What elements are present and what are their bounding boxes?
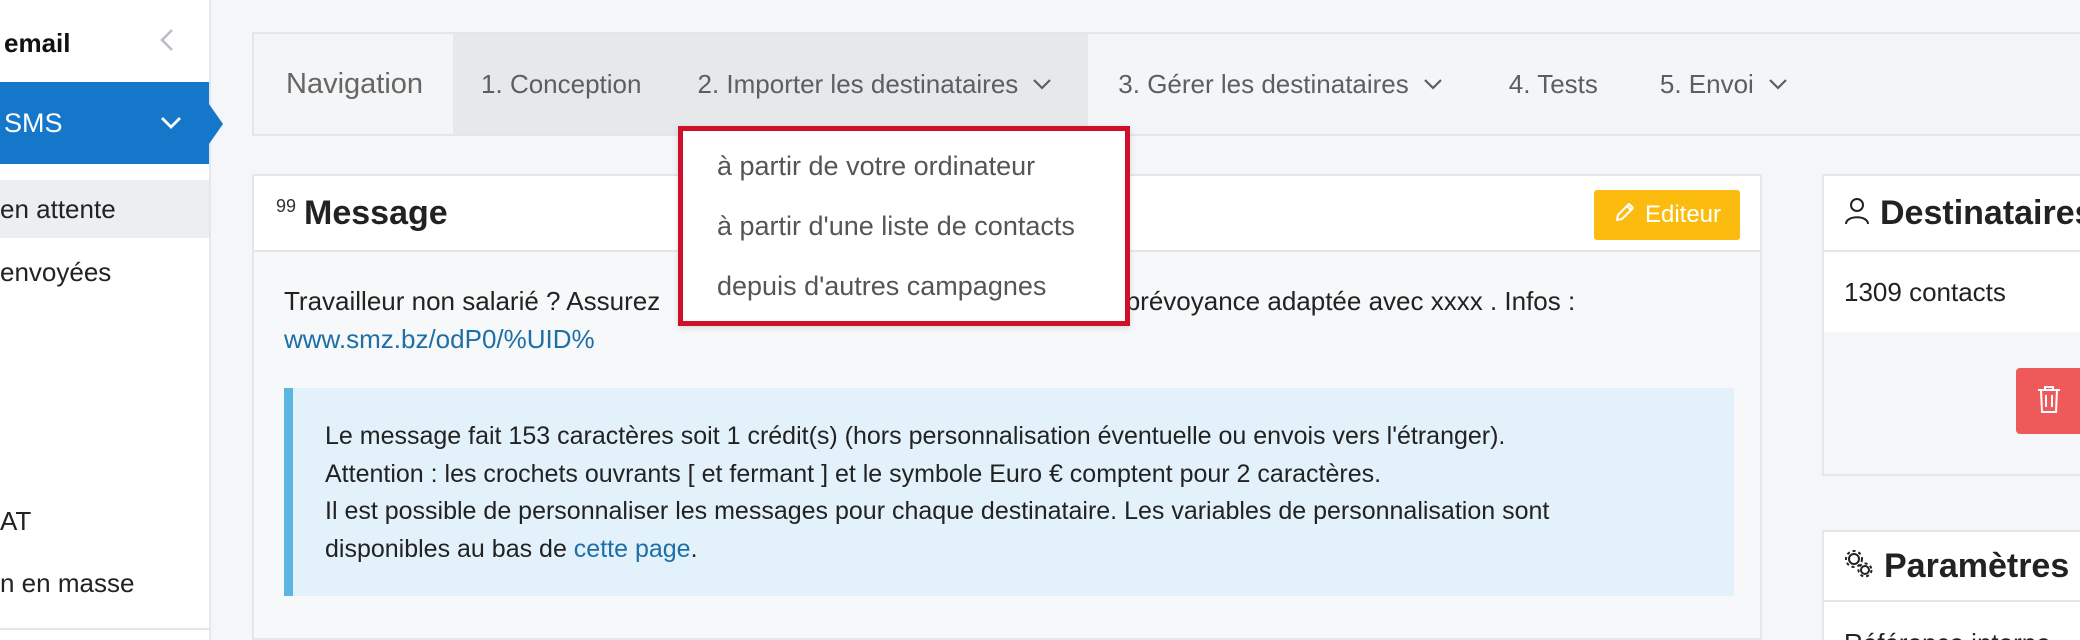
info-line-prefix: disponibles au bas de	[325, 534, 574, 563]
import-recipients-dropdown: à partir de votre ordinateur à partir d'…	[678, 126, 1130, 326]
sidebar-item-label: email	[4, 27, 71, 58]
settings-card-header: Paramètres	[1824, 532, 2080, 602]
message-info-box: Le message fait 153 caractères soit 1 cr…	[284, 388, 1734, 596]
editor-button-label: Editeur	[1644, 201, 1722, 228]
chevron-left-icon[interactable]	[159, 27, 175, 60]
campaign-navigation: Navigation 1. Conception 2. Importer les…	[252, 32, 2080, 136]
sidebar-item-sms[interactable]: SMS	[0, 82, 223, 164]
recipients-card: Destinataires 1309 contacts	[1822, 174, 2080, 476]
app-window: email SMS en attente envoyées AT n en ma…	[0, 0, 2080, 640]
nav-step-label: 1. Conception	[481, 68, 642, 99]
chevron-down-icon	[1423, 78, 1443, 90]
nav-step-conception[interactable]: 1. Conception	[453, 34, 670, 134]
pencil-icon	[1613, 200, 1637, 231]
nav-step-label: 3. Gérer les destinataires	[1118, 68, 1409, 99]
gears-icon	[1844, 549, 1874, 584]
editor-button[interactable]: Editeur	[1594, 190, 1740, 240]
message-url-link[interactable]: www.smz.bz/odP0/%UID%	[284, 324, 595, 354]
sidebar-subitem-label: en attente	[0, 193, 116, 224]
nav-step-manage[interactable]: 3. Gérer les destinataires	[1088, 34, 1470, 134]
internal-reference-label: Référence interne	[1844, 628, 2051, 640]
recipients-count: 1309 contacts	[1824, 252, 2080, 332]
sidebar-item-label: SMS	[4, 107, 63, 138]
info-line-suffix: .	[690, 534, 698, 563]
nav-title: Navigation	[286, 67, 424, 100]
chevron-down-icon	[1768, 78, 1788, 90]
info-line: Il est possible de personnaliser les mes…	[325, 497, 1550, 525]
nav-step-label: 4. Tests	[1508, 68, 1598, 99]
recipients-title: Destinataires	[1880, 193, 2080, 232]
sidebar-item-label: AT	[0, 505, 32, 536]
sidebar-item-at[interactable]: AT	[0, 492, 209, 550]
nav-step-label: 2. Importer les destinataires	[697, 68, 1019, 99]
recipients-card-header: Destinataires	[1824, 176, 2080, 252]
sidebar-divider	[0, 628, 209, 630]
nav-step-import[interactable]: 2. Importer les destinataires	[669, 34, 1089, 134]
sidebar: email SMS en attente envoyées AT n en ma…	[0, 0, 223, 640]
info-line: Le message fait 153 caractères soit 1 cr…	[325, 422, 1506, 450]
sidebar-subitem-sent[interactable]: envoyées	[0, 243, 209, 301]
delete-recipients-button[interactable]	[2016, 368, 2080, 434]
nav-step-label: 5. Envoi	[1659, 68, 1754, 99]
quote-icon: 99	[276, 195, 297, 216]
settings-card: Paramètres Référence interne	[1822, 530, 2080, 640]
info-line: Attention : les crochets ouvrants [ et f…	[325, 459, 1382, 488]
sidebar-item-label: n en masse	[0, 567, 135, 598]
nav-step-send[interactable]: 5. Envoi	[1626, 34, 1816, 134]
dropdown-item-from-other-campaigns[interactable]: depuis d'autres campagnes	[717, 271, 1046, 302]
dropdown-item-from-contact-list[interactable]: à partir d'une liste de contacts	[717, 211, 1075, 242]
nav-step-tests[interactable]: 4. Tests	[1471, 34, 1626, 134]
settings-title: Paramètres	[1884, 546, 2070, 585]
message-title: Message	[304, 193, 448, 232]
dropdown-item-from-computer[interactable]: à partir de votre ordinateur	[717, 151, 1035, 182]
this-page-link[interactable]: cette page	[574, 535, 691, 563]
info-line: disponibles au bas de cette page.	[325, 531, 1734, 569]
chevron-down-icon	[1032, 78, 1052, 90]
sidebar-item-email[interactable]: email	[0, 16, 209, 70]
chevron-down-icon	[151, 116, 191, 130]
trash-icon	[2036, 384, 2062, 419]
message-text-start: Travailleur non salarié ? Assurez	[284, 286, 668, 316]
user-icon	[1844, 197, 1870, 230]
sidebar-item-bulk[interactable]: n en masse	[0, 554, 209, 612]
sidebar-subitem-label: envoyées	[0, 256, 112, 287]
sidebar-subitem-pending[interactable]: en attente	[0, 180, 209, 238]
